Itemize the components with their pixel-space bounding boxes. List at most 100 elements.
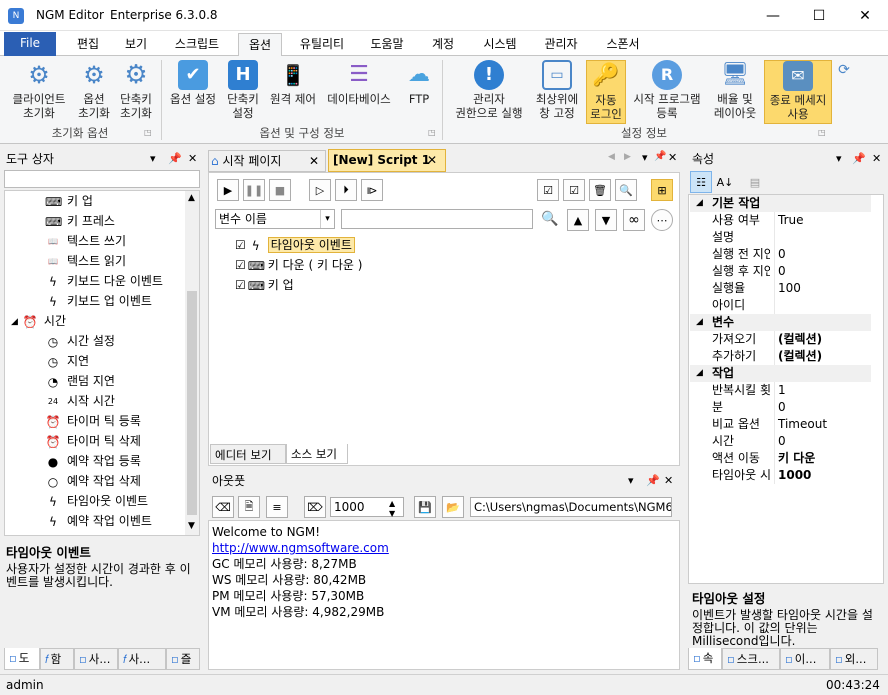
collapse-icon[interactable]: ◢ xyxy=(696,314,703,331)
pin-icon[interactable]: 📌 xyxy=(168,148,182,170)
close-button[interactable]: ✕ xyxy=(842,0,888,31)
property-row[interactable]: 시간 0 xyxy=(690,433,871,450)
tab-help[interactable]: 도움말 xyxy=(362,33,412,56)
delete-button[interactable]: 🗑 xyxy=(589,179,611,201)
close-icon[interactable]: ✕ xyxy=(427,150,437,170)
property-row[interactable]: 사용 여부 True xyxy=(690,212,871,229)
maximize-button[interactable]: ☐ xyxy=(796,0,842,31)
tree-item[interactable]: ϟ 키보드 업 이벤트 xyxy=(45,291,152,311)
tree-category[interactable]: ◢▤스크립트 xyxy=(11,531,88,535)
tree-item[interactable]: ⌨ 키 업 xyxy=(45,191,93,211)
move-down-button[interactable]: ▼ xyxy=(595,209,617,231)
auto-login-button[interactable]: 🔑 자동 로그인 xyxy=(586,60,626,124)
dialog-launcher-icon[interactable]: ◳ xyxy=(428,128,436,137)
sort-az-button[interactable]: A↓ xyxy=(714,171,736,193)
property-category[interactable]: ◢ 작업 xyxy=(690,365,871,382)
tree-item[interactable]: ⏰ 타이머 틱 등록 xyxy=(45,411,141,431)
option-settings-button[interactable]: ✔ 옵션 설정 xyxy=(166,60,220,106)
tree-item[interactable]: ⏰ 타이머 틱 삭제 xyxy=(45,431,141,451)
scrollbar-thumb[interactable] xyxy=(187,291,197,515)
tree-item[interactable]: ϟ 키보드 다운 이벤트 xyxy=(45,271,163,291)
tree-item[interactable]: 📖 텍스트 읽기 xyxy=(45,251,126,271)
close-icon[interactable]: ✕ xyxy=(188,148,197,170)
tree-item[interactable]: 24 시작 시간 xyxy=(45,391,115,411)
scroll-right-icon[interactable]: ▶ xyxy=(624,152,631,162)
property-value[interactable]: (컬렉션) xyxy=(774,331,870,348)
property-value[interactable]: (컬렉션) xyxy=(774,348,870,365)
tab-options[interactable]: 옵션 xyxy=(238,33,282,57)
property-value[interactable] xyxy=(774,229,870,246)
property-row[interactable]: 추가하기 (컬렉션) xyxy=(690,348,871,365)
close-icon[interactable]: ✕ xyxy=(664,470,673,492)
tab-file[interactable]: File xyxy=(4,32,56,56)
step-button[interactable]: ▷ xyxy=(309,179,331,201)
tree-item[interactable]: 📖 텍스트 쓰기 xyxy=(45,231,126,251)
tab-account[interactable]: 계정 xyxy=(420,33,466,56)
property-category[interactable]: ◢ 기본 작업 xyxy=(690,195,871,212)
scroll-left-icon[interactable]: ◀ xyxy=(608,152,615,162)
run-button[interactable]: ▶ xyxy=(217,179,239,201)
property-row[interactable]: 실행 후 지연 0 xyxy=(690,263,871,280)
toolbox-bottom-tab[interactable]: 𝑓 사... xyxy=(118,648,166,670)
database-button[interactable]: ☰ 데이타베이스 xyxy=(322,60,396,107)
collapse-icon[interactable]: ◢ xyxy=(696,195,703,212)
pause-button[interactable]: ❚❚ xyxy=(243,179,265,201)
minimize-button[interactable]: — xyxy=(750,0,796,31)
tree-item[interactable]: ◔ 랜덤 지연 xyxy=(45,371,115,391)
variable-combo[interactable]: 변수 이름 ▾ xyxy=(215,209,335,229)
property-value[interactable]: True xyxy=(774,212,870,229)
tree-item[interactable]: ϟ 예약 작업 이벤트 xyxy=(45,511,152,531)
tree-item[interactable]: ◷ 지연 xyxy=(45,351,89,371)
tree-item[interactable]: ○ 예약 작업 삭제 xyxy=(45,471,141,491)
property-value[interactable]: 1 xyxy=(774,382,870,399)
property-row[interactable]: 액션 이동 키 다운 xyxy=(690,450,871,467)
property-row[interactable]: 실행 전 지연 0 xyxy=(690,246,871,263)
eraser-button[interactable]: ⌦ xyxy=(304,496,326,518)
tab-script-1[interactable]: [New] Script 1 ✕ xyxy=(328,149,446,172)
property-value[interactable]: 키 다운 xyxy=(774,450,870,467)
output-link[interactable]: http://www.ngmsoftware.com xyxy=(212,540,676,556)
toolbox-scrollbar[interactable]: ▲ ▼ xyxy=(185,191,199,535)
node-checkbox[interactable]: ☑ xyxy=(235,238,246,252)
step-over-button[interactable]: ⧐ xyxy=(361,179,383,201)
ftp-button[interactable]: ☁ FTP xyxy=(400,60,438,107)
more-button[interactable]: ⋯ xyxy=(651,209,673,231)
property-row[interactable]: 반복시킬 횟수 1 xyxy=(690,382,871,399)
pin-icon[interactable]: 📌 xyxy=(646,470,660,492)
property-row[interactable]: 아이디 xyxy=(690,297,871,314)
properties-bottom-tab[interactable]: ▫ 스크... xyxy=(722,648,780,670)
tab-admin[interactable]: 관리자 xyxy=(534,33,588,56)
toolbox-bottom-tab[interactable]: ▫ 도 xyxy=(4,648,40,670)
variable-search-input[interactable] xyxy=(341,209,533,229)
tree-item[interactable]: ◷ 시간 설정 xyxy=(45,331,115,351)
startup-register-button[interactable]: R 시작 프로그램 등록 xyxy=(628,60,706,120)
path-field[interactable]: C:\Users\ngmas\Documents\NGM6\ xyxy=(470,497,672,517)
property-row[interactable]: 설명 xyxy=(690,229,871,246)
property-value[interactable]: Timeout xyxy=(774,416,870,433)
property-value[interactable]: 1000 xyxy=(774,467,870,484)
toolbox-search-input[interactable] xyxy=(4,170,200,188)
new-doc-button[interactable]: 🗎 xyxy=(238,496,260,518)
dialog-launcher-icon[interactable]: ◳ xyxy=(144,128,152,137)
property-row[interactable]: 가져오기 (컬렉션) xyxy=(690,331,871,348)
tab-view[interactable]: 보기 xyxy=(116,33,156,56)
remote-control-button[interactable]: 📱 원격 제어 xyxy=(266,60,320,106)
script-node[interactable]: ☑ ϟ 타임아웃 이벤트 xyxy=(235,235,355,255)
toolbox-bottom-tab[interactable]: ▫ 즐 xyxy=(166,648,200,670)
step-into-button[interactable]: ⏵ xyxy=(335,179,357,201)
script-node[interactable]: ☑ ⌨ 키 업 xyxy=(235,275,294,295)
check-selected-button[interactable]: ☑ xyxy=(563,179,585,201)
categorized-button[interactable]: ☷ xyxy=(690,171,712,193)
close-icon[interactable]: ✕ xyxy=(872,148,881,170)
find-button[interactable]: 🔍 xyxy=(615,179,637,201)
shortcut-settings-button[interactable]: H 단축키 설정 xyxy=(222,60,264,120)
toolbox-bottom-tab[interactable]: ▫ 사... xyxy=(74,648,118,670)
pin-icon[interactable]: 📌 xyxy=(852,148,866,170)
stop-button[interactable]: ■ xyxy=(269,179,291,201)
properties-bottom-tab[interactable]: ▫ 외... xyxy=(830,648,878,670)
dropdown-icon[interactable]: ▾ xyxy=(836,148,842,170)
dropdown-icon[interactable]: ▾ xyxy=(150,148,156,170)
refresh-icon[interactable]: ⟳ xyxy=(836,62,852,78)
property-value[interactable] xyxy=(774,297,870,314)
toolbox-bottom-tab[interactable]: 𝑓함 xyxy=(40,648,74,670)
